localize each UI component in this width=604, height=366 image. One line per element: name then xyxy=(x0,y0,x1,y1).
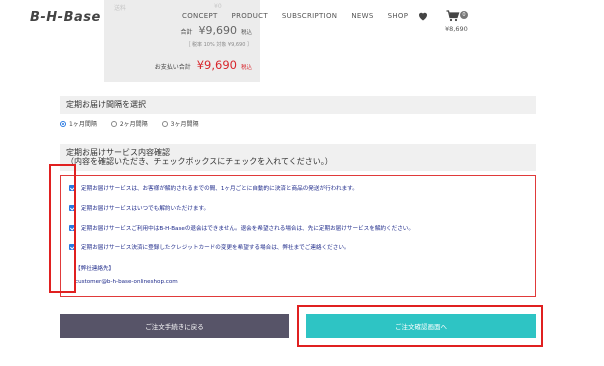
checklist-text: 定期お届けサービスはいつでも解約いただけます。 xyxy=(81,206,210,212)
confirm-section-header: 定期お届けサービス内容確認 （内容を確認いただき、チェックボックスにチェックを入… xyxy=(60,144,536,171)
radio-label: 3ヶ月間隔 xyxy=(170,121,199,128)
interval-option-2month[interactable]: 2ヶ月間隔 xyxy=(110,119,148,128)
interval-radio-group: 1ヶ月間隔 2ヶ月間隔 3ヶ月間隔 xyxy=(60,119,198,128)
confirm-button-highlight-outline xyxy=(297,305,543,347)
radio-button[interactable] xyxy=(161,120,168,127)
checklist-item[interactable]: 定期お届けサービスご利用中はB-H-Baseの退会はできません。退会を希望される… xyxy=(69,224,414,232)
interval-option-1month[interactable]: 1ヶ月間隔 xyxy=(60,119,97,128)
cart-icon[interactable] xyxy=(446,10,460,22)
nav-concept[interactable]: CONCEPT xyxy=(182,12,218,20)
cart-total: ¥8,690 xyxy=(445,25,468,33)
payment-total-row: お支払い合計 ¥9,690 税込 xyxy=(155,58,252,72)
confirm-section-subtitle: （内容を確認いただき、チェックボックスにチェックを入れてください。） xyxy=(66,157,333,166)
site-logo[interactable]: B-H-Base xyxy=(30,10,101,25)
checklist-text: 定期お届けサービスは、お客様が解約されるまでの間、1ヶ月ごとに自動的に決済と商品… xyxy=(81,186,358,192)
radio-button[interactable] xyxy=(110,120,117,127)
tax-breakdown: ［ 税率 10% 対象 ¥9,690 ］ xyxy=(185,42,252,48)
checklist-item[interactable]: 定期お届けサービス決済に登録したクレジットカードの変更を希望する場合は、弊社まで… xyxy=(69,243,350,251)
nav-shop[interactable]: SHOP xyxy=(388,12,409,20)
checklist-item[interactable]: 定期お届けサービスは、お客様が解約されるまでの間、1ヶ月ごとに自動的に決済と商品… xyxy=(69,184,358,192)
nav-news[interactable]: NEWS xyxy=(351,12,373,20)
contact-title: 【弊社連絡先】 xyxy=(75,266,115,272)
radio-button[interactable] xyxy=(60,120,66,127)
checklist-item[interactable]: 定期お届けサービスはいつでも解約いただけます。 xyxy=(69,204,209,212)
checkbox-highlight-outline xyxy=(49,164,76,293)
cart-count-badge: 0 xyxy=(460,11,468,19)
site-header: B-H-Base CONCEPT PRODUCT SUBSCRIPTION NE… xyxy=(0,0,604,34)
main-nav: CONCEPT PRODUCT SUBSCRIPTION NEWS SHOP xyxy=(182,12,408,20)
interval-option-3month[interactable]: 3ヶ月間隔 xyxy=(161,119,199,128)
payment-total-label: お支払い合計 xyxy=(154,64,191,71)
checklist-text: 定期お届けサービス決済に登録したクレジットカードの変更を希望する場合は、弊社まで… xyxy=(81,245,350,251)
contact-email: customer@b-h-base-onlineshop.com xyxy=(75,279,178,285)
nav-product[interactable]: PRODUCT xyxy=(232,12,268,20)
interval-section-title: 定期お届け間隔を選択 xyxy=(60,96,536,114)
payment-total-amount: ¥9,690 xyxy=(196,58,237,72)
back-to-order-button[interactable]: ご注文手続きに戻る xyxy=(60,314,289,338)
confirm-section-title: 定期お届けサービス内容確認 xyxy=(66,148,170,157)
radio-label: 1ヶ月間隔 xyxy=(69,121,97,128)
checklist-text: 定期お届けサービスご利用中はB-H-Baseの退会はできません。退会を希望される… xyxy=(81,226,414,232)
radio-label: 2ヶ月間隔 xyxy=(119,121,148,128)
heart-icon[interactable] xyxy=(417,10,429,22)
nav-subscription[interactable]: SUBSCRIPTION xyxy=(282,12,337,20)
payment-tax-label: 税込 xyxy=(240,65,252,71)
confirm-checklist: 定期お届けサービスは、お客様が解約されるまでの間、1ヶ月ごとに自動的に決済と商品… xyxy=(60,175,536,297)
